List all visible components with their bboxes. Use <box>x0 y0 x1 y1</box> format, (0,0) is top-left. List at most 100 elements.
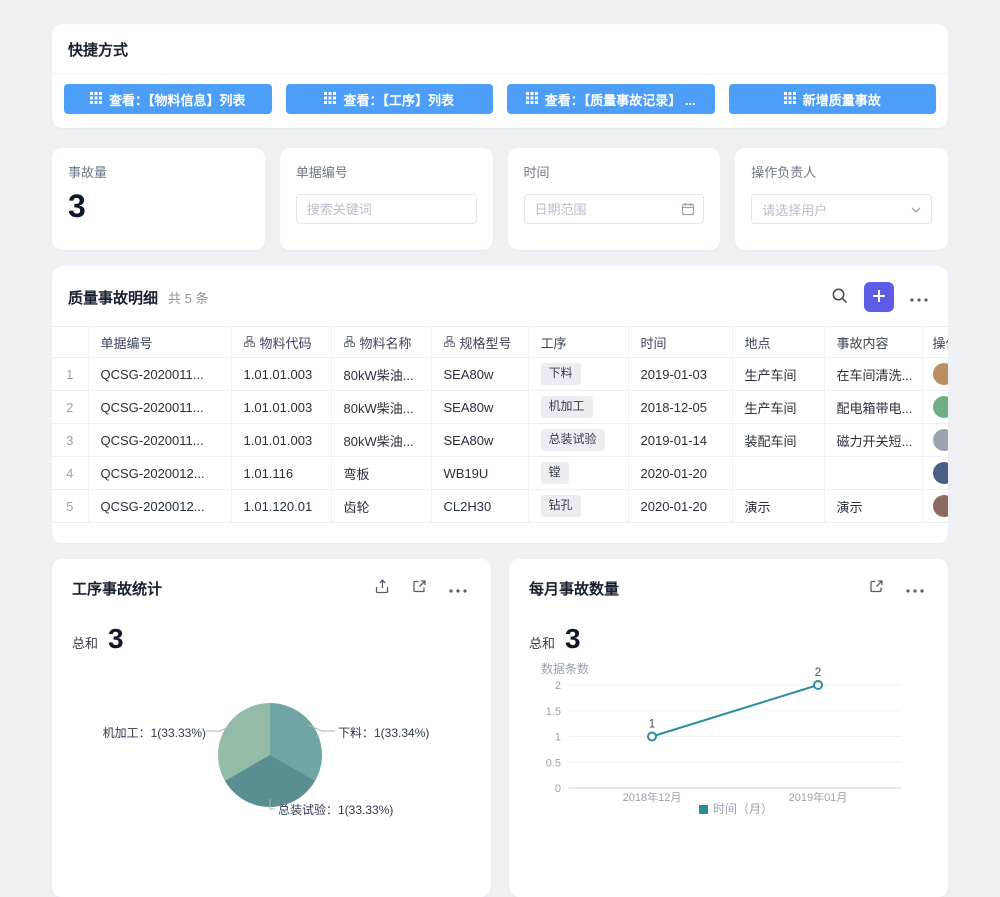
search-button[interactable] <box>827 283 852 311</box>
shortcut-add-accident-button[interactable]: 新增质量事故 <box>729 84 937 114</box>
time-filter-label: 时间 <box>524 162 705 181</box>
export-icon <box>375 579 390 597</box>
grid-icon <box>90 92 102 107</box>
process-tag: 总装试验 <box>541 429 605 451</box>
pie-chart-area: 机加工：1(33.33%) 下料：1(33.34%) 总装试验：1(33.33%… <box>72 661 471 881</box>
doc-number-filter-card: 单据编号 <box>280 148 493 250</box>
column-header-process: 工序 <box>528 327 628 358</box>
svg-text:2: 2 <box>555 680 561 692</box>
line-total-label: 总和 <box>529 633 555 652</box>
expand-button[interactable] <box>865 575 888 601</box>
table-row[interactable]: 5QCSG-2020012...1.01.120.01齿轮CL2H30钻孔202… <box>52 490 948 523</box>
operator-select[interactable]: 请选择用户 <box>751 194 932 224</box>
table-row[interactable]: 2QCSG-2020011...1.01.01.00380kW柴油...SEA8… <box>52 391 948 424</box>
pie-label-jijiagong: 机加工：1(33.33%) <box>78 724 206 741</box>
pie-leader-lines <box>72 661 470 881</box>
pie-label-xialiao: 下料：1(33.34%) <box>338 724 429 741</box>
shortcut-view-accident-records-button[interactable]: 查看：【质量事故记录】 ... <box>507 84 715 114</box>
operator-filter-card: 操作负责人 请选择用户 <box>735 148 948 250</box>
table-header-row: 单据编号 物料代码 物料名称 规格型号 工序 时间 地点 事故内容 操作负责人 <box>52 327 948 358</box>
avatar <box>933 429 949 451</box>
operator-filter-label: 操作负责人 <box>751 162 932 181</box>
accident-count-card: 事故量 3 <box>52 148 265 250</box>
line-chart: 0 0.5 1 1.5 2 1 2018年12月 2 2019年01月 数据条数时间（月） <box>529 661 929 821</box>
table-row[interactable]: 1QCSG-2020011...1.01.01.00380kW柴油...SEA8… <box>52 358 948 391</box>
svg-text:2018年12月: 2018年12月 <box>623 790 682 804</box>
accident-count-label: 事故量 <box>68 162 249 181</box>
process-tag: 机加工 <box>541 396 593 418</box>
column-header-operator: 操作负责人 <box>922 327 948 358</box>
svg-text:数据条数: 数据条数 <box>541 661 589 676</box>
charts-row: 工序事故统计 总和 3 机加工：1(33.33%) 下料： <box>52 559 948 897</box>
pie-total-value: 3 <box>108 625 124 653</box>
avatar <box>933 462 949 484</box>
filter-row: 事故量 3 单据编号 时间 操作负责人 请选择用户 <box>52 148 948 250</box>
shortcuts-title: 快捷方式 <box>52 24 948 74</box>
table-row[interactable]: 4QCSG-2020012...1.01.116弯板WB19U镗2020-01-… <box>52 457 948 490</box>
svg-text:1.5: 1.5 <box>546 706 561 718</box>
pie-card-title: 工序事故统计 <box>72 578 371 599</box>
more-icon <box>449 581 467 596</box>
chevron-down-icon <box>911 200 921 218</box>
shortcut-view-process-list-button[interactable]: 查看：【工序】列表 <box>286 84 494 114</box>
svg-text:0.5: 0.5 <box>546 757 561 769</box>
relation-icon <box>244 335 255 350</box>
expand-icon <box>869 579 884 597</box>
shortcut-button-label: 查看：【质量事故记录】 ... <box>545 90 696 109</box>
time-filter-card: 时间 <box>508 148 721 250</box>
doc-number-label: 单据编号 <box>296 162 477 181</box>
shortcut-view-material-list-button[interactable]: 查看：【物料信息】列表 <box>64 84 272 114</box>
table-title: 质量事故明细 <box>68 287 158 308</box>
column-header-time: 时间 <box>628 327 732 358</box>
shortcut-button-label: 查看：【工序】列表 <box>343 90 454 109</box>
relation-icon <box>344 335 355 350</box>
monthly-count-card: 每月事故数量 总和 3 0 0.5 1 1.5 2 1 2018年12月 2 2019年01月 数… <box>509 559 948 897</box>
column-header-index <box>52 327 88 358</box>
svg-text:1: 1 <box>555 732 561 744</box>
process-tag: 下料 <box>541 363 581 385</box>
shortcuts-card: 快捷方式 查看：【物料信息】列表 查看：【工序】列表 查看：【质量事故记录】 .… <box>52 24 948 128</box>
more-icon <box>910 290 928 305</box>
accident-detail-card: 质量事故明细 共 5 条 单据编号 物料 <box>52 266 948 543</box>
shortcut-button-label: 查看：【物料信息】列表 <box>109 90 246 109</box>
process-tag: 钻孔 <box>541 495 581 517</box>
line-total-value: 3 <box>565 625 581 653</box>
table-more-button[interactable] <box>906 286 932 309</box>
svg-text:1: 1 <box>649 717 656 731</box>
table-row[interactable]: 3QCSG-2020011...1.01.01.00380kW柴油...SEA8… <box>52 424 948 457</box>
column-header-spec: 规格型号 <box>431 327 528 358</box>
avatar <box>933 396 949 418</box>
process-tag: 镗 <box>541 462 569 484</box>
svg-text:0: 0 <box>555 783 561 795</box>
column-header-code: 物料代码 <box>231 327 331 358</box>
svg-text:时间（月）: 时间（月） <box>713 802 773 816</box>
svg-text:2019年01月: 2019年01月 <box>789 790 848 804</box>
dashboard-page: 快捷方式 查看：【物料信息】列表 查看：【工序】列表 查看：【质量事故记录】 .… <box>0 0 1000 897</box>
pie-more-button[interactable] <box>445 577 471 600</box>
more-icon <box>906 581 924 596</box>
grid-icon <box>784 92 796 107</box>
export-button[interactable] <box>371 575 394 601</box>
avatar <box>933 495 949 517</box>
expand-icon <box>412 579 427 597</box>
shortcut-button-label: 新增质量事故 <box>803 90 881 109</box>
column-header-place: 地点 <box>732 327 824 358</box>
svg-text:2: 2 <box>815 665 822 679</box>
accident-table: 单据编号 物料代码 物料名称 规格型号 工序 时间 地点 事故内容 操作负责人 … <box>52 326 948 523</box>
shortcuts-button-row: 查看：【物料信息】列表 查看：【工序】列表 查看：【质量事故记录】 ... 新增… <box>52 74 948 128</box>
line-card-title: 每月事故数量 <box>529 578 865 599</box>
add-record-button[interactable] <box>864 282 894 312</box>
doc-number-search-input[interactable] <box>296 194 477 224</box>
column-header-doc: 单据编号 <box>88 327 231 358</box>
avatar <box>933 363 949 385</box>
column-header-name: 物料名称 <box>331 327 431 358</box>
accident-count-value: 3 <box>68 190 249 222</box>
table-body: 1QCSG-2020011...1.01.01.00380kW柴油...SEA8… <box>52 358 948 523</box>
date-range-input[interactable] <box>524 194 705 224</box>
line-more-button[interactable] <box>902 577 928 600</box>
grid-icon <box>324 92 336 107</box>
expand-button[interactable] <box>408 575 431 601</box>
pie-label-zongzhuang: 总装试验：1(33.33%) <box>278 801 393 818</box>
pie-total-label: 总和 <box>72 633 98 652</box>
calendar-icon[interactable] <box>681 202 695 216</box>
